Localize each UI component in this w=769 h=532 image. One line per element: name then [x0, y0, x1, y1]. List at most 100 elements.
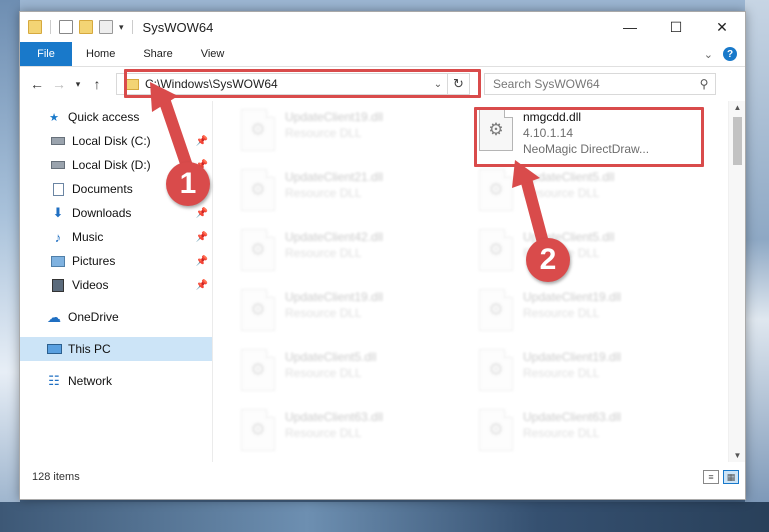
search-placeholder: Search SysWOW64 — [493, 77, 600, 91]
videos-icon — [50, 278, 66, 292]
file-version: 4.10.1.14 — [523, 126, 574, 140]
step-1-badge: 1 — [166, 162, 210, 206]
dll-file-icon: ⚙ — [479, 169, 513, 211]
desktop-background-bottom — [0, 502, 769, 532]
file-name: UpdateClient19.dll — [523, 290, 622, 304]
tab-share[interactable]: Share — [129, 42, 186, 66]
tab-file[interactable]: File — [20, 42, 72, 66]
chevron-down-icon[interactable]: ⌄ — [429, 79, 447, 90]
sidebar-item-this-pc[interactable]: This PC — [20, 337, 212, 361]
navigation-bar: ← → ▾ ↑ C:\Windows\SysWOW64 ⌄ ↻ Search S… — [20, 67, 745, 101]
properties-icon[interactable] — [59, 20, 73, 34]
quick-access-toolbar: ▾ — [20, 20, 135, 34]
back-arrow-icon[interactable]: ← — [28, 74, 46, 94]
file-item[interactable]: ⚙ UpdateClient63.dll Resource DLL — [241, 401, 479, 461]
file-description: Resource DLL — [523, 306, 600, 320]
help-icon[interactable]: ? — [723, 47, 737, 61]
chevron-down-icon[interactable]: ▾ — [119, 22, 124, 33]
file-item[interactable]: ⚙ UpdateClient21.dll Resource DLL — [241, 161, 479, 221]
pictures-icon — [50, 254, 66, 268]
file-list: ⚙ UpdateClient19.dll Resource DLL ⚙ nmgcd… — [213, 101, 728, 462]
window-controls: — ☐ ✕ — [607, 12, 745, 42]
scroll-down-icon[interactable]: ▼ — [729, 451, 745, 460]
file-description: Resource DLL — [285, 426, 362, 440]
recent-locations-icon[interactable]: ▾ — [72, 74, 84, 94]
file-item[interactable]: ⚙ UpdateClient19.dll Resource DLL — [241, 281, 479, 341]
sidebar-item-network[interactable]: ☷ Network — [20, 369, 212, 393]
file-name: UpdateClient19.dll — [523, 350, 622, 364]
scrollbar-thumb[interactable] — [733, 117, 742, 165]
refresh-icon[interactable]: ↻ — [447, 74, 469, 94]
search-icon[interactable]: ⚲ — [693, 77, 715, 91]
navigation-pane: ★ Quick access Local Disk (C:) 📌 Local D… — [20, 101, 213, 462]
drive-icon — [50, 134, 66, 148]
customize-toolbar-icon[interactable] — [99, 20, 113, 34]
file-item[interactable]: ⚙ UpdateClient63.dll Resource DLL — [479, 401, 717, 461]
pin-icon[interactable]: 📌 — [196, 280, 208, 291]
file-description: Resource DLL — [285, 186, 362, 200]
file-item[interactable]: ⚙ UpdateClient5.dllResource DLL — [479, 161, 717, 221]
downloads-icon: ⬇ — [52, 205, 64, 220]
sidebar-item-pictures[interactable]: Pictures 📌 — [20, 249, 212, 273]
up-arrow-icon[interactable]: ↑ — [88, 74, 106, 94]
pin-icon[interactable]: 📌 — [196, 136, 208, 147]
tiles-view-icon[interactable]: ▦ — [723, 470, 739, 484]
vertical-scrollbar[interactable]: ▲ ▼ — [728, 101, 745, 462]
sidebar-item-onedrive[interactable]: ☁ OneDrive — [20, 305, 212, 329]
sidebar-item-label: Music — [72, 230, 104, 244]
sidebar-item-label: Local Disk (D:) — [72, 158, 151, 172]
file-item[interactable]: ⚙ UpdateClient5.dllResource DLL — [241, 341, 479, 401]
file-item[interactable]: ⚙ UpdateClient19.dll Resource DLL — [479, 281, 717, 341]
file-item[interactable]: ⚙ UpdateClient5.dllResource DLL — [479, 221, 717, 281]
address-bar[interactable]: C:\Windows\SysWOW64 ⌄ ↻ — [116, 73, 470, 95]
forward-arrow-icon[interactable]: → — [50, 74, 68, 94]
drive-icon — [50, 158, 66, 172]
file-item[interactable]: ⚙ UpdateClient19.dll Resource DLL — [479, 341, 717, 401]
title-bar: ▾ SysWOW64 — ☐ ✕ — [20, 12, 745, 42]
pin-icon[interactable]: 📌 — [196, 232, 208, 243]
sidebar-item-label: Documents — [72, 182, 133, 196]
file-name: UpdateClient63.dll — [523, 410, 622, 424]
details-view-icon[interactable]: ≡ — [703, 470, 719, 484]
tab-view[interactable]: View — [187, 42, 239, 66]
folder-icon — [125, 78, 139, 90]
sidebar-item-local-disk-c[interactable]: Local Disk (C:) 📌 — [20, 129, 212, 153]
sidebar-item-music[interactable]: ♪ Music 📌 — [20, 225, 212, 249]
scroll-up-icon[interactable]: ▲ — [729, 103, 745, 112]
tab-home[interactable]: Home — [72, 42, 129, 66]
item-count: 128 items — [32, 471, 80, 483]
expand-ribbon-icon[interactable]: ⌄ — [704, 48, 713, 61]
dll-file-icon: ⚙ — [479, 229, 513, 271]
dll-file-icon: ⚙ — [241, 409, 275, 451]
file-name: UpdateClient5.dll — [285, 350, 377, 364]
network-icon: ☷ — [48, 373, 60, 388]
sidebar-item-videos[interactable]: Videos 📌 — [20, 273, 212, 297]
address-path[interactable]: C:\Windows\SysWOW64 — [145, 77, 429, 91]
view-toggle: ≡ ▦ — [703, 470, 745, 484]
ribbon-tabs: File Home Share View ⌄ ? — [20, 42, 745, 67]
minimize-button[interactable]: — — [607, 12, 653, 42]
file-description: Resource DLL — [285, 366, 362, 380]
file-name: UpdateClient5.dll — [523, 170, 615, 184]
search-input[interactable]: Search SysWOW64 ⚲ — [484, 73, 716, 95]
file-name: UpdateClient21.dll — [285, 170, 384, 184]
sidebar-item-label: Quick access — [68, 110, 140, 124]
file-name: UpdateClient19.dll — [285, 290, 384, 304]
file-item[interactable]: ⚙ UpdateClient19.dll Resource DLL — [241, 101, 479, 161]
desktop-background-right — [745, 0, 769, 532]
sidebar-item-quick-access[interactable]: ★ Quick access — [20, 105, 212, 129]
file-grid: ⚙ UpdateClient19.dll Resource DLL ⚙ nmgcd… — [241, 101, 717, 461]
file-item[interactable]: ⚙ UpdateClient42.dll Resource DLL — [241, 221, 479, 281]
sidebar-item-label: This PC — [68, 342, 111, 356]
new-folder-icon[interactable] — [79, 20, 93, 34]
close-button[interactable]: ✕ — [699, 12, 745, 42]
file-description: Resource DLL — [285, 306, 362, 320]
maximize-button[interactable]: ☐ — [653, 12, 699, 42]
step-2-badge: 2 — [526, 238, 570, 282]
file-description: Resource DLL — [285, 126, 362, 140]
pin-icon[interactable]: 📌 — [196, 208, 208, 219]
sidebar-item-label: Videos — [72, 278, 109, 292]
dll-file-icon: ⚙ — [241, 289, 275, 331]
pin-icon[interactable]: 📌 — [196, 256, 208, 267]
file-item-nmgcdd[interactable]: ⚙ nmgcdd.dll 4.10.1.14 NeoMagic DirectDraw… — [479, 101, 717, 161]
